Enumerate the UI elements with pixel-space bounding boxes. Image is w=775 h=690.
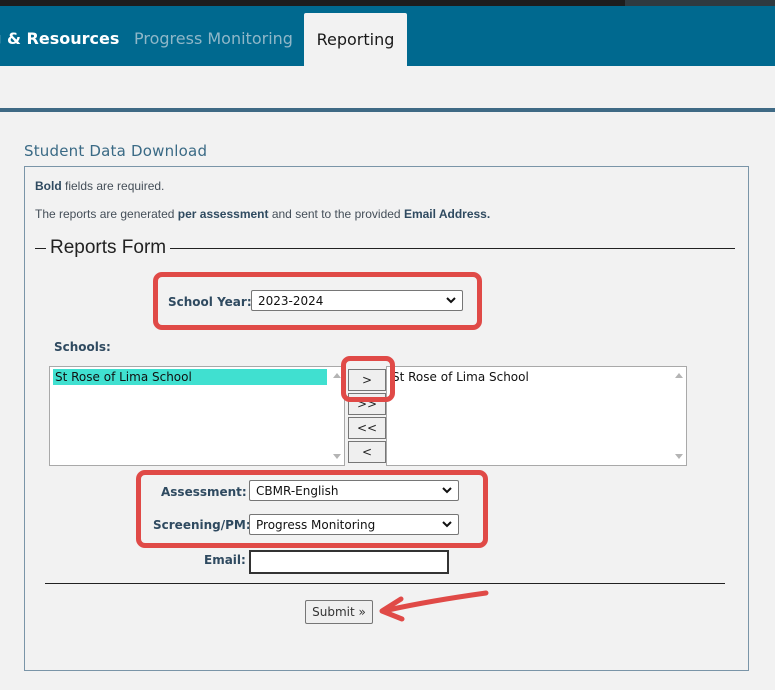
assessment-label: Assessment: [161,485,247,499]
assessment-select[interactable]: CBMR-English [249,480,459,501]
scroll-up-icon[interactable] [333,373,341,378]
school-year-label: School Year: [168,295,252,309]
required-note: Bold fields are required. [35,179,164,193]
required-note-text: fields are required. [61,179,165,193]
reports-note-bold1: per assessment [177,207,269,221]
form-divider [45,583,725,584]
email-input[interactable] [249,550,449,574]
scroll-down-icon[interactable] [675,454,683,459]
assessment-value: CBMR-English [256,484,339,498]
download-panel: Bold fields are required. The reports ar… [24,166,749,671]
add-school-button[interactable]: > [348,369,386,391]
screening-label: Screening/PM: [153,518,251,532]
school-year-value: 2023-2024 [258,294,324,308]
tab-progress-monitoring[interactable]: Progress Monitoring [134,6,293,66]
available-school-item[interactable]: St Rose of Lima School [53,369,327,385]
tab-testing-resources[interactable]: g & Resources [0,6,119,66]
reports-note-bold2: Email Address. [403,207,491,221]
reports-note-mid: and sent to the provided [268,207,404,221]
tab-reporting[interactable]: Reporting [304,13,407,66]
chevron-down-icon [442,521,452,528]
page-title: Student Data Download [24,142,208,160]
schools-label: Schools: [54,340,111,354]
chevron-down-icon [446,297,456,304]
remove-all-schools-button[interactable]: << [348,417,386,439]
sub-nav-band [0,66,775,108]
email-label: Email: [204,553,246,567]
scroll-up-icon[interactable] [675,373,683,378]
remove-school-button[interactable]: < [348,441,386,463]
scroll-down-icon[interactable] [333,454,341,459]
chevron-down-icon [442,487,452,494]
available-schools-list[interactable]: St Rose of Lima School [49,366,345,466]
sub-nav-divider [0,108,775,112]
school-year-select[interactable]: 2023-2024 [251,290,463,311]
screening-value: Progress Monitoring [256,518,376,532]
screening-select[interactable]: Progress Monitoring [249,514,459,535]
selected-school-item[interactable]: St Rose of Lima School [390,369,529,385]
selected-schools-list[interactable]: St Rose of Lima School [386,366,687,466]
submit-button[interactable]: Submit » [305,600,373,624]
reports-note-pre: The reports are generated [35,207,178,221]
add-all-schools-button[interactable]: >> [348,393,386,415]
fieldset-legend: Reports Form [46,237,171,259]
main-nav: g & Resources Progress Monitoring Report… [0,6,775,66]
reports-note: The reports are generated per assessment… [35,207,490,221]
required-note-bold: Bold [35,179,62,193]
